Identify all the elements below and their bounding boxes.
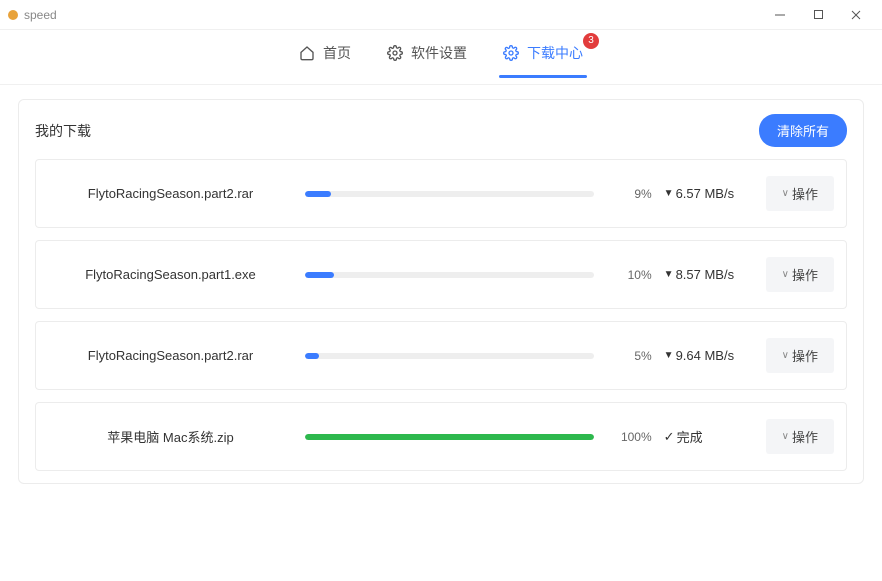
window-controls xyxy=(772,7,874,23)
speed-text: 9.64 MB/s xyxy=(676,348,735,363)
clear-all-button[interactable]: 清除所有 xyxy=(759,114,847,147)
badge-count: 3 xyxy=(583,33,599,49)
tab-bar: 首页 软件设置 下载中心 3 xyxy=(0,30,882,85)
operate-label: 操作 xyxy=(792,184,818,203)
progress-wrap: 5% xyxy=(305,349,652,363)
tab-label: 下载中心 xyxy=(527,43,583,63)
progress-fill xyxy=(305,434,594,440)
progress-bar xyxy=(305,434,594,440)
chevron-down-icon: ∨ xyxy=(782,431,789,442)
status-text: 完成 xyxy=(677,427,703,446)
download-row: 苹果电脑 Mac系统.zip 100% ✓完成 ∨操作 xyxy=(35,402,847,471)
tab-label: 软件设置 xyxy=(411,43,467,63)
progress-wrap: 100% xyxy=(305,430,652,444)
download-row: FlytoRacingSeason.part2.rar 9% ▼6.57 MB/s ∨… xyxy=(35,159,847,228)
app-icon xyxy=(8,10,18,20)
chevron-down-icon: ∨ xyxy=(782,188,789,199)
chevron-down-icon: ∨ xyxy=(782,269,789,280)
downloads-panel: 我的下载 清除所有 FlytoRacingSeason.part2.rar 9% ▼… xyxy=(18,99,864,484)
progress-wrap: 9% xyxy=(305,187,652,201)
progress-percent: 5% xyxy=(608,349,652,363)
operate-button[interactable]: ∨操作 xyxy=(766,176,834,211)
progress-fill xyxy=(305,272,334,278)
speed-text: 6.57 MB/s xyxy=(676,186,735,201)
titlebar: speed xyxy=(0,0,882,30)
home-icon xyxy=(299,45,315,61)
tab-home[interactable]: 首页 xyxy=(295,37,355,77)
download-filename: FlytoRacingSeason.part1.exe xyxy=(48,267,293,282)
download-filename: 苹果电脑 Mac系统.zip xyxy=(48,427,293,446)
tab-settings[interactable]: 软件设置 xyxy=(383,37,471,77)
download-speed: ▼6.57 MB/s xyxy=(664,186,754,201)
progress-wrap: 10% xyxy=(305,268,652,282)
chevron-down-icon: ∨ xyxy=(782,350,789,361)
close-button[interactable] xyxy=(848,7,864,23)
operate-button[interactable]: ∨操作 xyxy=(766,257,834,292)
tab-downloads[interactable]: 下载中心 3 xyxy=(499,37,587,77)
download-row: FlytoRacingSeason.part2.rar 5% ▼9.64 MB/s ∨… xyxy=(35,321,847,390)
tab-label: 首页 xyxy=(323,43,351,63)
gear-icon xyxy=(387,45,403,61)
download-filename: FlytoRacingSeason.part2.rar xyxy=(48,348,293,363)
panel-header: 我的下载 清除所有 xyxy=(35,114,847,159)
download-icon xyxy=(503,45,519,61)
download-status-done: ✓完成 xyxy=(664,427,754,446)
progress-percent: 10% xyxy=(608,268,652,282)
download-arrow-icon: ▼ xyxy=(664,188,674,199)
minimize-button[interactable] xyxy=(772,7,788,23)
download-speed: ▼9.64 MB/s xyxy=(664,348,754,363)
progress-fill xyxy=(305,191,331,197)
download-filename: FlytoRacingSeason.part2.rar xyxy=(48,186,293,201)
progress-fill xyxy=(305,353,319,359)
progress-bar xyxy=(305,191,594,197)
progress-bar xyxy=(305,272,594,278)
progress-percent: 100% xyxy=(608,430,652,444)
window-title: speed xyxy=(24,8,772,22)
operate-label: 操作 xyxy=(792,346,818,365)
operate-label: 操作 xyxy=(792,265,818,284)
maximize-button[interactable] xyxy=(810,7,826,23)
download-speed: ▼8.57 MB/s xyxy=(664,267,754,282)
speed-text: 8.57 MB/s xyxy=(676,267,735,282)
download-arrow-icon: ▼ xyxy=(664,269,674,280)
progress-percent: 9% xyxy=(608,187,652,201)
download-row: FlytoRacingSeason.part1.exe 10% ▼8.57 MB/s… xyxy=(35,240,847,309)
download-list: FlytoRacingSeason.part2.rar9%▼6.57 MB/s∨… xyxy=(35,159,847,471)
panel-title: 我的下载 xyxy=(35,121,91,141)
download-arrow-icon: ▼ xyxy=(664,350,674,361)
operate-button[interactable]: ∨操作 xyxy=(766,419,834,454)
progress-bar xyxy=(305,353,594,359)
check-icon: ✓ xyxy=(664,429,675,445)
operate-label: 操作 xyxy=(792,427,818,446)
operate-button[interactable]: ∨操作 xyxy=(766,338,834,373)
